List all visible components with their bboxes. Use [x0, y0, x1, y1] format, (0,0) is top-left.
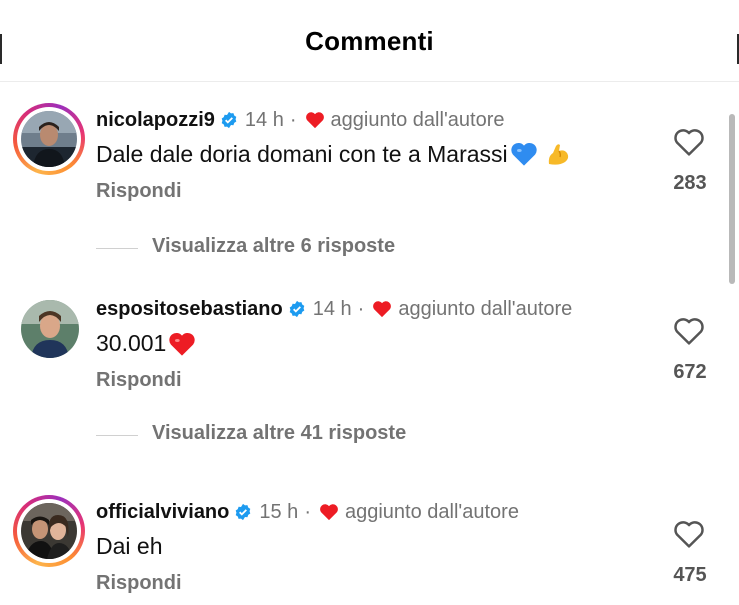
separator-dot: ·	[357, 297, 365, 320]
author-heart-icon	[305, 111, 325, 129]
comment-username[interactable]: nicolapozzi9	[96, 109, 215, 132]
comment-text: 30.001	[96, 329, 167, 356]
comment-text-row: Dale dale doria domani con te a Marassi	[96, 138, 572, 170]
liked-by-author-label: aggiunto dall'autore	[330, 108, 505, 131]
comments-header: Commenti	[0, 0, 739, 82]
comment-time: 15 h	[259, 500, 299, 523]
heart-outline-icon[interactable]	[672, 126, 706, 158]
comment-meta: espositosebastiano 14 h · aggiunto dall'…	[96, 295, 572, 323]
comment-time: 14 h	[244, 108, 284, 131]
liked-by-author-label: aggiunto dall'autore	[344, 500, 519, 523]
like-count: 672	[673, 361, 707, 383]
comment-time: 14 h	[312, 297, 352, 320]
replies-divider-line	[96, 248, 138, 249]
avatar[interactable]	[13, 495, 85, 567]
view-more-replies-label: Visualizza altre 6 risposte	[152, 235, 396, 257]
reply-button[interactable]: Rispondi	[96, 180, 182, 203]
comment-text-row: Dai eh	[96, 530, 162, 562]
reply-button[interactable]: Rispondi	[96, 572, 182, 595]
verified-badge-icon	[220, 111, 238, 129]
flexed-biceps-emoji	[544, 140, 572, 168]
replies-divider-line	[96, 435, 138, 436]
avatar-image	[21, 300, 79, 358]
comment-text-row: 30.001	[96, 327, 196, 359]
verified-badge-icon	[288, 300, 306, 318]
view-more-replies[interactable]: Visualizza altre 6 risposte	[0, 233, 739, 263]
comment-meta: nicolapozzi9 14 h · aggiunto dall'autore	[96, 106, 504, 134]
comments-sheet: Commenti nicolapozzi9 14 h · aggiunto da…	[0, 0, 739, 605]
like-count: 283	[673, 172, 707, 194]
blue-heart-emoji	[510, 140, 538, 168]
comment-meta: officialviviano 15 h · aggiunto dall'aut…	[96, 498, 519, 526]
verified-badge-icon	[234, 503, 252, 521]
view-more-replies[interactable]: Visualizza altre 41 risposte	[0, 420, 739, 450]
view-more-replies-label: Visualizza altre 41 risposte	[152, 422, 407, 444]
avatar[interactable]	[13, 103, 85, 175]
red-heart-emoji	[168, 329, 196, 357]
reply-button[interactable]: Rispondi	[96, 369, 182, 392]
comment-text: Dai eh	[96, 532, 163, 559]
comment-username[interactable]: espositosebastiano	[96, 298, 283, 321]
page-title: Commenti	[305, 26, 434, 56]
heart-outline-icon[interactable]	[672, 518, 706, 550]
avatar[interactable]	[13, 292, 85, 364]
heart-outline-icon[interactable]	[672, 315, 706, 347]
author-heart-icon	[319, 503, 339, 521]
avatar-image	[21, 111, 77, 167]
like-count: 475	[673, 564, 707, 586]
separator-dot: ·	[304, 500, 311, 523]
liked-by-author-label: aggiunto dall'autore	[398, 297, 573, 320]
comment-text: Dale dale doria domani con te a Marassi	[96, 140, 508, 167]
avatar-image	[21, 503, 77, 559]
author-heart-icon	[372, 300, 392, 318]
comment-username[interactable]: officialviviano	[96, 501, 229, 524]
separator-dot: ·	[289, 108, 297, 131]
